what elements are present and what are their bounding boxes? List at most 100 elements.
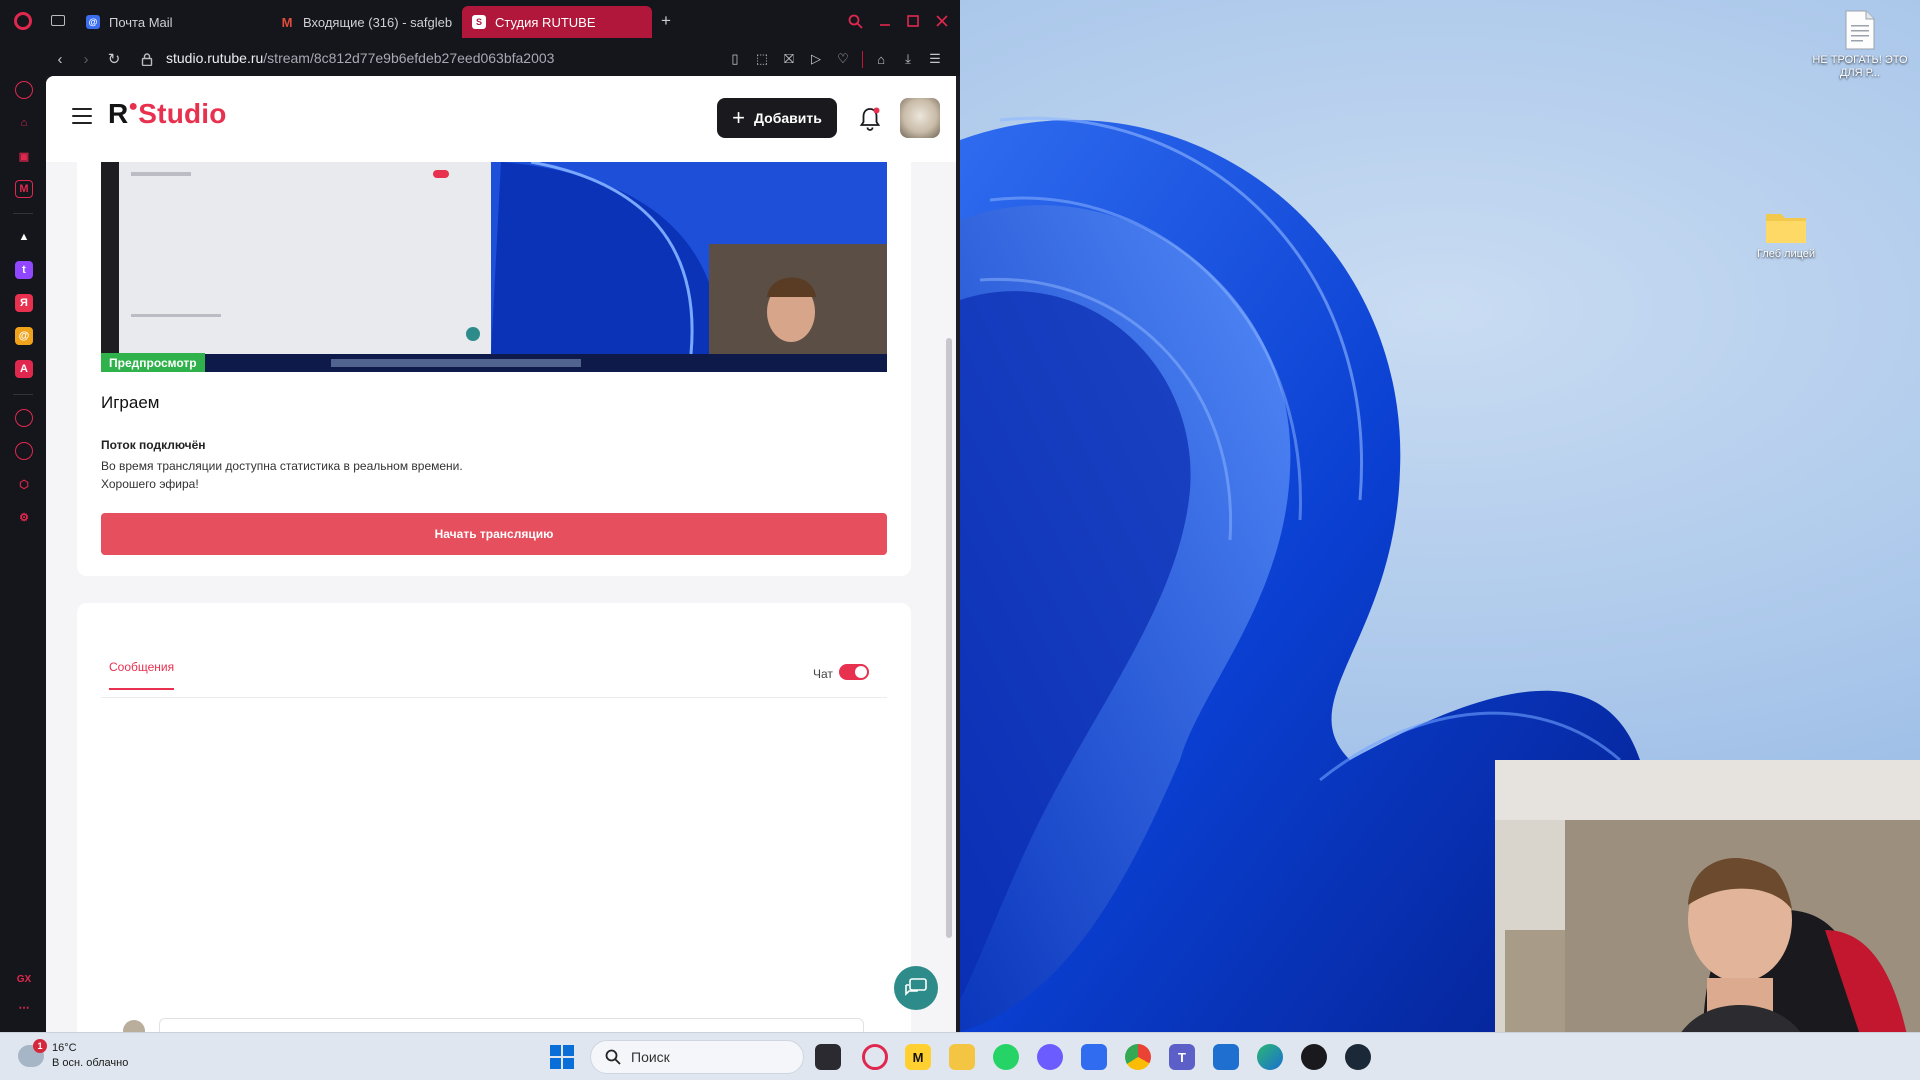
sidebar-crypto-icon[interactable]: ▣ [15, 147, 33, 165]
forward-button[interactable]: › [76, 49, 96, 69]
reload-button[interactable]: ↻ [104, 49, 124, 69]
start-stream-button[interactable]: Начать трансляцию [101, 513, 887, 555]
sidebar-player-icon[interactable] [15, 409, 33, 427]
preview-badge: Предпросмотр [101, 353, 205, 372]
sidebar-clock-icon[interactable] [15, 442, 33, 460]
address-bar: ‹ › ↻ studio.rutube.ru/stream/8c812d77e9… [0, 42, 960, 76]
workspaces-icon[interactable] [51, 15, 65, 26]
sidebar-yandex-icon[interactable]: Я [15, 294, 33, 312]
steam-icon[interactable] [1345, 1044, 1371, 1070]
sidebar-more-icon[interactable]: ⋯ [15, 998, 33, 1016]
tab-label: Студия RUTUBE [495, 14, 596, 30]
file-explorer-icon[interactable] [949, 1044, 975, 1070]
url-field[interactable]: studio.rutube.ru/stream/8c812d77e9b6efde… [166, 50, 554, 66]
stream-preview-image [101, 162, 887, 372]
start-icon[interactable] [550, 1045, 574, 1069]
snapshot-icon[interactable]: ⬚ [753, 50, 771, 68]
user-avatar[interactable] [900, 98, 940, 138]
favorite-heart-icon[interactable]: ♡ [834, 50, 852, 68]
browser-sidebar: ⌂ ▣ M ▲ t Я @ A ⬡ ⚙ GX ⋯ [0, 76, 46, 1032]
chat-toggle-label: Чат [813, 667, 833, 681]
sidebar-messenger-icon[interactable]: M [15, 180, 33, 198]
sidebar-settings-icon[interactable]: ⚙ [15, 508, 33, 526]
weather-temp: 16°C [52, 1042, 77, 1054]
gmail-icon: M [281, 14, 293, 30]
tab-mail[interactable]: @ Почта Mail [76, 6, 264, 38]
weather-widget[interactable]: 1 16°C В осн. облачно [18, 1039, 128, 1071]
task-view-icon[interactable] [815, 1044, 841, 1070]
stream-description: Во время трансляции доступна статистика … [101, 457, 463, 493]
easy-setup-icon[interactable]: ☰ [926, 50, 944, 68]
new-tab-button[interactable]: + [656, 11, 676, 31]
stream-description-line: Хорошего эфира! [101, 477, 199, 491]
page-scrollbar[interactable] [946, 338, 952, 938]
chat-toggle[interactable] [839, 664, 869, 680]
chrome-icon[interactable] [1125, 1044, 1151, 1070]
close-button[interactable] [931, 10, 953, 32]
sidebar-extensions-icon[interactable]: ⬡ [15, 475, 33, 493]
adblock-icon[interactable]: ⛝ [780, 50, 798, 68]
tab-search-icon[interactable] [844, 10, 866, 32]
folder-icon [1766, 214, 1806, 243]
edge-icon[interactable] [1257, 1044, 1283, 1070]
url-path: /stream/8c812d77e9b6efdeb27eed063bfa2003 [263, 50, 555, 66]
sidebar-aria-icon[interactable]: ⌂ [15, 114, 33, 132]
logo-text: Studio [138, 98, 227, 129]
sidebar-mail-icon[interactable]: @ [15, 327, 33, 345]
studio-header: R●Studio + Добавить [46, 76, 956, 162]
rutube-studio-page: R●Studio + Добавить Предпросмотр Играем … [46, 76, 956, 1032]
browser-window: @ Почта Mail M Входящие (316) - safgleb … [0, 0, 960, 1032]
stream-description-line: Во время трансляции доступна статистика … [101, 459, 463, 473]
tab-label: Входящие (316) - safgleb [303, 14, 453, 30]
downloads-icon[interactable]: ⤓ [899, 50, 917, 68]
maximize-button[interactable] [902, 10, 924, 32]
miro-icon[interactable]: M [905, 1044, 931, 1070]
weather-text: 16°C В осн. облачно [52, 1041, 128, 1071]
messenger-icon[interactable] [1037, 1044, 1063, 1070]
notifications-bell-icon[interactable] [858, 106, 882, 132]
back-button[interactable]: ‹ [50, 49, 70, 69]
desktop-icon-label: НЕ ТРОГАТЬ! ЭТО ДЛЯ Р... [1812, 54, 1908, 79]
sidebar-twitch-icon[interactable]: t [15, 261, 33, 279]
taskbar: 1 16°C В осн. облачно Поиск M T [0, 1032, 1920, 1080]
stream-title: Играем [101, 393, 160, 412]
opera-icon[interactable] [862, 1044, 888, 1070]
lock-icon [137, 49, 157, 69]
sidebar-vk-icon[interactable]: A [15, 360, 33, 378]
chat-divider [101, 697, 887, 698]
whatsapp-icon[interactable] [993, 1044, 1019, 1070]
sidebar-divider [13, 213, 33, 214]
opera-menu-icon[interactable] [14, 12, 32, 30]
account-icon[interactable]: ⌂ [872, 50, 890, 68]
stream-preview[interactable] [101, 162, 887, 372]
desktop-icon-label: Глеб лицей [1756, 248, 1816, 260]
sidebar-app-icon[interactable]: ▲ [15, 228, 33, 246]
plus-icon: + [732, 105, 746, 130]
mail-icon: @ [86, 15, 100, 29]
tab-rutube-studio[interactable]: S Студия RUTUBE [462, 6, 652, 38]
sidebar-history-icon[interactable] [15, 81, 33, 99]
store-icon[interactable] [1213, 1044, 1239, 1070]
sidebar-gx-icon[interactable]: GX [15, 970, 33, 988]
chat-card: Сообщения Чат [77, 603, 911, 1032]
tab-label: Почта Mail [109, 14, 173, 30]
desktop-icon-text-file[interactable]: НЕ ТРОГАТЬ! ЭТО ДЛЯ Р... [1810, 10, 1910, 80]
rutube-studio-logo[interactable]: R●Studio [108, 98, 227, 130]
app-icon[interactable] [1081, 1044, 1107, 1070]
logo-dot: ● [128, 98, 139, 115]
cloud-icon: 1 [18, 1039, 47, 1067]
teams-icon[interactable]: T [1169, 1044, 1195, 1070]
tab-messages[interactable]: Сообщения [109, 660, 175, 690]
taskbar-search[interactable]: Поиск [590, 1040, 804, 1074]
player-icon[interactable]: ▷ [807, 50, 825, 68]
tab-gmail[interactable]: M Входящие (316) - safgleb [270, 6, 456, 38]
minimize-button[interactable] [874, 10, 896, 32]
desktop-icon-folder[interactable]: Глеб лицей [1736, 210, 1836, 261]
logo-r: R [108, 98, 129, 129]
add-button[interactable]: + Добавить [717, 98, 837, 138]
support-chat-button[interactable] [894, 966, 938, 1010]
menu-icon[interactable] [72, 108, 92, 126]
red-app-icon[interactable] [1301, 1044, 1327, 1070]
chat-input[interactable] [159, 1018, 864, 1032]
bookmark-icon[interactable]: ▯ [726, 50, 744, 68]
